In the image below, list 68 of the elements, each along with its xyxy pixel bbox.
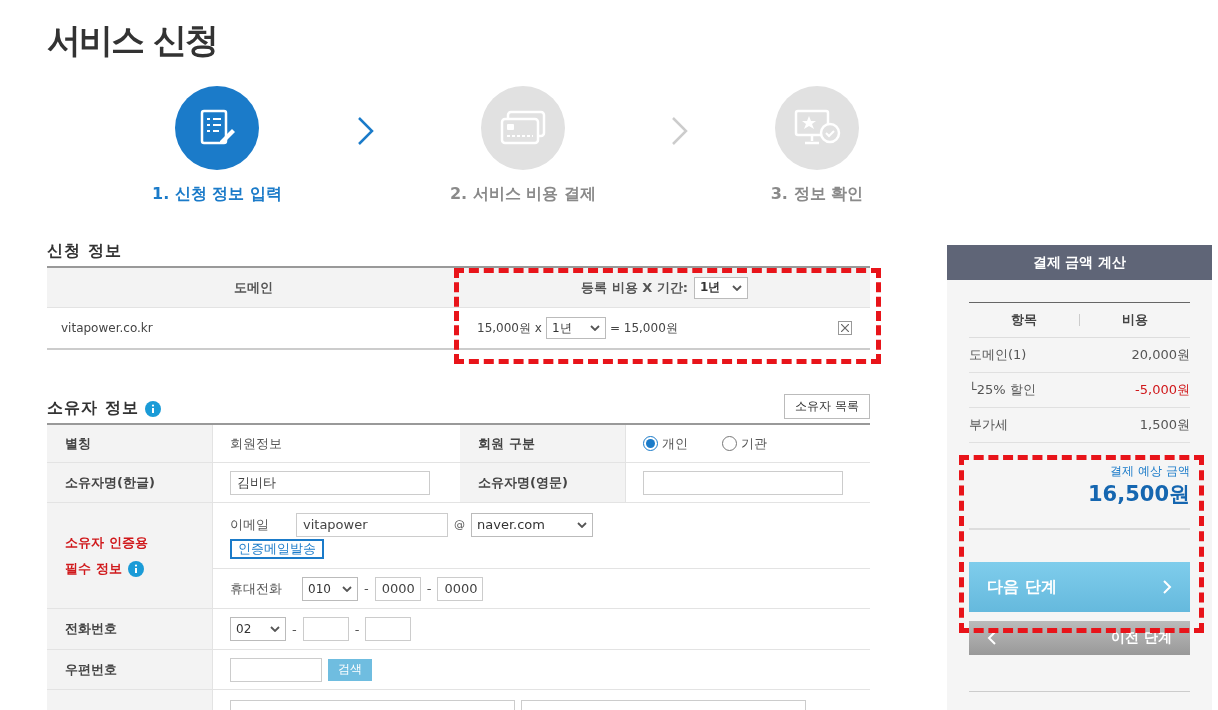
item-name: └25% 할인 [969,381,1036,399]
field-label: 소유자명(영문) [460,463,625,503]
chevron-right-icon [356,116,375,146]
column-header: 도메인 [233,278,273,297]
send-mail-button[interactable]: 인증메일발송 [230,538,324,559]
item-name: 부가세 [969,416,1008,434]
field-label: 우편번호 [47,650,212,690]
phone-input[interactable] [302,617,349,641]
radio-label: 기관 [741,434,767,453]
step-label: 3. 정보 확인 [770,184,864,205]
item-name: 도메인(1) [969,346,1027,364]
info-icon [127,560,144,577]
field-label: 휴대전화 [230,579,283,598]
close-icon [841,324,849,332]
page-title: 서비스 신청 [47,19,217,62]
domain-cell-text: vitapower.co.kr [60,321,154,335]
label-line: 필수 정보 [65,559,122,578]
name-input[interactable]: 김비타 [230,470,430,495]
dash: - [354,621,360,637]
email-domain-select[interactable]: naver.com [471,512,593,537]
section-title: 신청 정보 [47,241,122,262]
remove-button[interactable] [838,321,852,335]
period-select[interactable]: 1년 [693,276,748,299]
period-select[interactable]: 1년 [545,317,606,339]
phone-input[interactable] [365,617,412,641]
panel-title: 결제 금액 계산 [947,245,1212,280]
column-header: 등록 비용 X 기간: [581,278,688,297]
field-value: 회원정보 [230,434,282,453]
phone-prefix-select[interactable]: 02 [230,617,286,641]
dash: - [364,581,369,596]
radio-label: 개인 [662,434,688,453]
field-label: 전화번호 [47,609,212,650]
chevron-right-icon [1163,580,1172,594]
at-sign: @ [454,518,465,531]
email-input[interactable]: vitapower [296,512,448,537]
field-label: 별칭 [47,425,212,463]
chevron-down-icon [577,521,587,528]
chevron-down-icon [342,585,352,592]
total-amount: 16,500원 [1087,481,1190,508]
total-label: 결제 예상 금액 [1110,463,1190,480]
item-amount: 20,000원 [1131,346,1190,364]
item-amount: -5,000원 [1135,381,1190,399]
chevron-left-icon [987,631,996,645]
section-title: 소유자 정보 [47,398,139,419]
column-header: 비용 [1121,311,1149,329]
dash: - [426,581,432,596]
field-label: 회원 구분 [460,425,625,463]
item-amount: 1,500원 [1139,416,1190,434]
phone-prefix-select[interactable]: 010 [302,576,358,601]
chevron-down-icon [731,284,742,291]
info-icon [144,400,161,417]
zip-input[interactable] [230,657,322,682]
name-input[interactable] [643,470,843,495]
dash: - [292,621,297,637]
chevron-down-icon [589,325,600,331]
chevron-right-icon [670,116,689,146]
step-label: 2. 서비스 비용 결제 [449,184,596,205]
chevron-down-icon [270,626,280,632]
total-text: = 15,000원 [609,319,678,337]
field-label: 이메일 [230,515,270,534]
column-header: 항목 [1010,311,1038,329]
phone-input[interactable]: 0000 [374,576,421,601]
phone-input[interactable]: 0000 [437,576,484,601]
step-label: 1. 신청 정보 입력 [152,184,282,205]
price-text: 15,000원 x [477,319,542,337]
label-line: 소유자 인증용 [65,533,148,552]
owner-list-button[interactable]: 소유자 목록 [784,394,870,419]
field-label: 소유자명(한글) [47,463,212,503]
